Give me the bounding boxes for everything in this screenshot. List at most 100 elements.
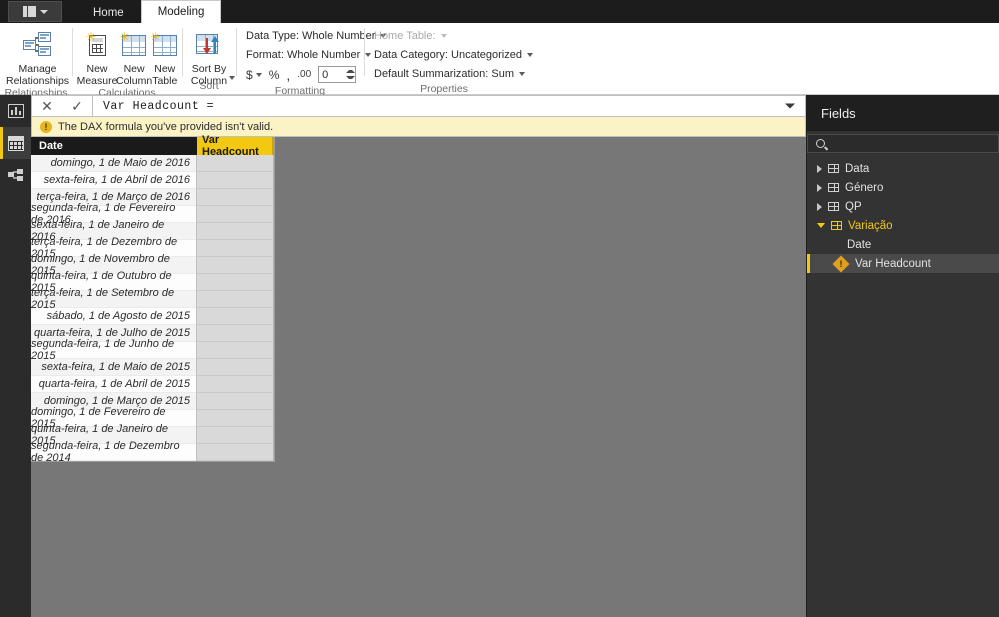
cell-var-headcount[interactable] <box>196 240 274 257</box>
file-menu-icon <box>22 6 36 17</box>
table-row[interactable]: sábado, 1 de Agosto de 2015 <box>31 308 274 325</box>
manage-relationships-button[interactable]: Manage Relationships <box>6 27 69 87</box>
table-row[interactable]: sexta-feira, 1 de Abril de 2016 <box>31 172 274 189</box>
currency-icon[interactable]: $ <box>246 68 262 82</box>
cell-var-headcount[interactable] <box>196 376 274 393</box>
cell-var-headcount[interactable] <box>196 359 274 376</box>
home-table-dropdown[interactable]: Home Table: <box>370 26 451 45</box>
fields-item-label: Data <box>845 162 870 175</box>
percent-icon[interactable]: % <box>269 68 280 82</box>
table-row[interactable]: domingo, 1 de Maio de 2016 <box>31 155 274 172</box>
table-row[interactable]: quarta-feira, 1 de Abril de 2015 <box>31 376 274 393</box>
cell-var-headcount[interactable] <box>196 444 274 461</box>
check-icon[interactable]: ✓ <box>71 99 83 113</box>
cell-date[interactable]: sexta-feira, 1 de Abril de 2016 <box>31 172 196 189</box>
fields-item-data[interactable]: Data <box>807 159 999 178</box>
tab-modeling[interactable]: Modeling <box>140 0 222 23</box>
fields-item-label: Variação <box>848 219 893 232</box>
fields-item-varia-o[interactable]: Variação <box>807 216 999 235</box>
close-icon[interactable]: ✕ <box>41 99 53 113</box>
chevron-right-icon[interactable] <box>817 202 822 211</box>
cell-var-headcount[interactable] <box>196 410 274 427</box>
formula-input[interactable]: Var Headcount = <box>93 95 806 117</box>
fields-item-date[interactable]: Date <box>807 235 999 254</box>
cell-var-headcount[interactable] <box>196 393 274 410</box>
table-row[interactable]: terça-feira, 1 de Setembro de 2015 <box>31 287 274 311</box>
sidebar-item-data-view[interactable] <box>0 127 31 159</box>
chevron-right-icon[interactable] <box>817 183 822 192</box>
decimal-places-value: 0 <box>322 68 329 81</box>
manage-relationships-label: Manage Relationships <box>6 63 70 87</box>
view-switcher <box>0 95 31 617</box>
format-dropdown[interactable]: Format: Whole Number <box>242 45 375 64</box>
data-category-dropdown[interactable]: Data Category: Uncategorized <box>370 45 537 64</box>
cell-date[interactable]: segunda-feira, 1 de Junho de 2015 <box>31 338 196 362</box>
fields-item-g-nero[interactable]: Género <box>807 178 999 197</box>
chevron-down-icon[interactable] <box>785 103 795 109</box>
ribbon-group-calculations: ✳ New Measure ✳ New Column ✳ New Table C… <box>72 23 182 99</box>
cell-var-headcount[interactable] <box>196 189 274 206</box>
report-view-icon <box>7 104 24 118</box>
table-icon <box>828 202 839 211</box>
fields-pane-title: Fields <box>807 95 999 131</box>
new-measure-icon: ✳ <box>86 31 106 56</box>
column-header-var-headcount[interactable]: Var Headcount <box>196 134 274 158</box>
fields-tree: Data Género QP Variação Date! Var Headcount <box>807 153 999 273</box>
sort-by-column-icon <box>196 34 222 56</box>
data-type-label: Data Type: Whole Number <box>246 29 376 42</box>
cell-var-headcount[interactable] <box>196 308 274 325</box>
new-measure-button[interactable]: ✳ New Measure <box>76 27 118 87</box>
cell-date[interactable]: terça-feira, 1 de Setembro de 2015 <box>31 287 196 311</box>
chevron-down-icon <box>39 9 48 14</box>
column-header-date[interactable]: Date <box>31 137 196 155</box>
sidebar-item-report-view[interactable] <box>0 95 31 127</box>
format-label: Format: Whole Number <box>246 48 361 61</box>
cell-var-headcount[interactable] <box>196 206 274 223</box>
cell-date[interactable]: domingo, 1 de Maio de 2016 <box>31 155 196 172</box>
sidebar-item-model-view[interactable] <box>0 159 31 191</box>
table-row[interactable]: segunda-feira, 1 de Dezembro de 2014 <box>31 440 274 464</box>
cell-var-headcount[interactable] <box>196 427 274 444</box>
cell-var-headcount[interactable] <box>196 342 274 359</box>
cell-var-headcount[interactable] <box>196 155 274 172</box>
file-menu-button[interactable] <box>8 1 62 22</box>
table-icon <box>831 221 842 230</box>
cell-var-headcount[interactable] <box>196 257 274 274</box>
decimal-places-icon[interactable]: .00 <box>297 69 311 80</box>
search-icon <box>814 137 827 150</box>
fields-item-var-headcount[interactable]: ! Var Headcount <box>807 254 999 273</box>
cell-var-headcount[interactable] <box>196 223 274 240</box>
fields-item-qp[interactable]: QP <box>807 197 999 216</box>
sort-by-column-button[interactable]: Sort By Column <box>183 27 235 86</box>
ribbon-group-properties: Home Table: Data Category: Uncategorized… <box>364 23 533 95</box>
fields-item-label: QP <box>845 200 862 213</box>
table-row[interactable]: segunda-feira, 1 de Junho de 2015 <box>31 338 274 362</box>
data-view-icon <box>7 135 24 151</box>
ribbon: Manage Relationships Relationships ✳ New… <box>0 23 999 99</box>
cell-date[interactable]: quarta-feira, 1 de Abril de 2015 <box>31 376 196 393</box>
data-grid-body: domingo, 1 de Maio de 2016 sexta-feira, 1… <box>31 155 274 464</box>
cell-date[interactable]: sábado, 1 de Agosto de 2015 <box>31 308 196 325</box>
cell-date[interactable]: sexta-feira, 1 de Maio de 2015 <box>31 359 196 376</box>
chevron-down-icon[interactable] <box>817 222 825 232</box>
cell-var-headcount[interactable] <box>196 172 274 189</box>
formula-bar-actions: ✕ ✓ <box>31 95 93 117</box>
model-view-icon <box>7 168 24 182</box>
ribbon-group-relationships: Manage Relationships Relationships <box>0 23 72 99</box>
table-icon <box>828 183 839 192</box>
cell-var-headcount[interactable] <box>196 325 274 342</box>
search-input[interactable] <box>807 134 999 153</box>
cell-date[interactable]: segunda-feira, 1 de Dezembro de 2014 <box>31 440 196 464</box>
cell-var-headcount[interactable] <box>196 274 274 291</box>
new-measure-label: New Measure <box>76 63 118 87</box>
data-category-label: Data Category: Uncategorized <box>374 48 522 61</box>
thousands-separator-icon[interactable]: , <box>286 67 290 83</box>
chevron-right-icon[interactable] <box>817 164 822 173</box>
cell-var-headcount[interactable] <box>196 291 274 308</box>
table-row[interactable]: sexta-feira, 1 de Maio de 2015 <box>31 359 274 376</box>
new-column-button[interactable]: ✳ New Column <box>116 27 152 87</box>
tab-home[interactable]: Home <box>76 2 141 23</box>
decimal-places-stepper[interactable]: 0 <box>318 66 357 83</box>
new-table-button[interactable]: ✳ New Table <box>150 27 177 87</box>
default-summarization-dropdown[interactable]: Default Summarization: Sum <box>370 64 529 83</box>
